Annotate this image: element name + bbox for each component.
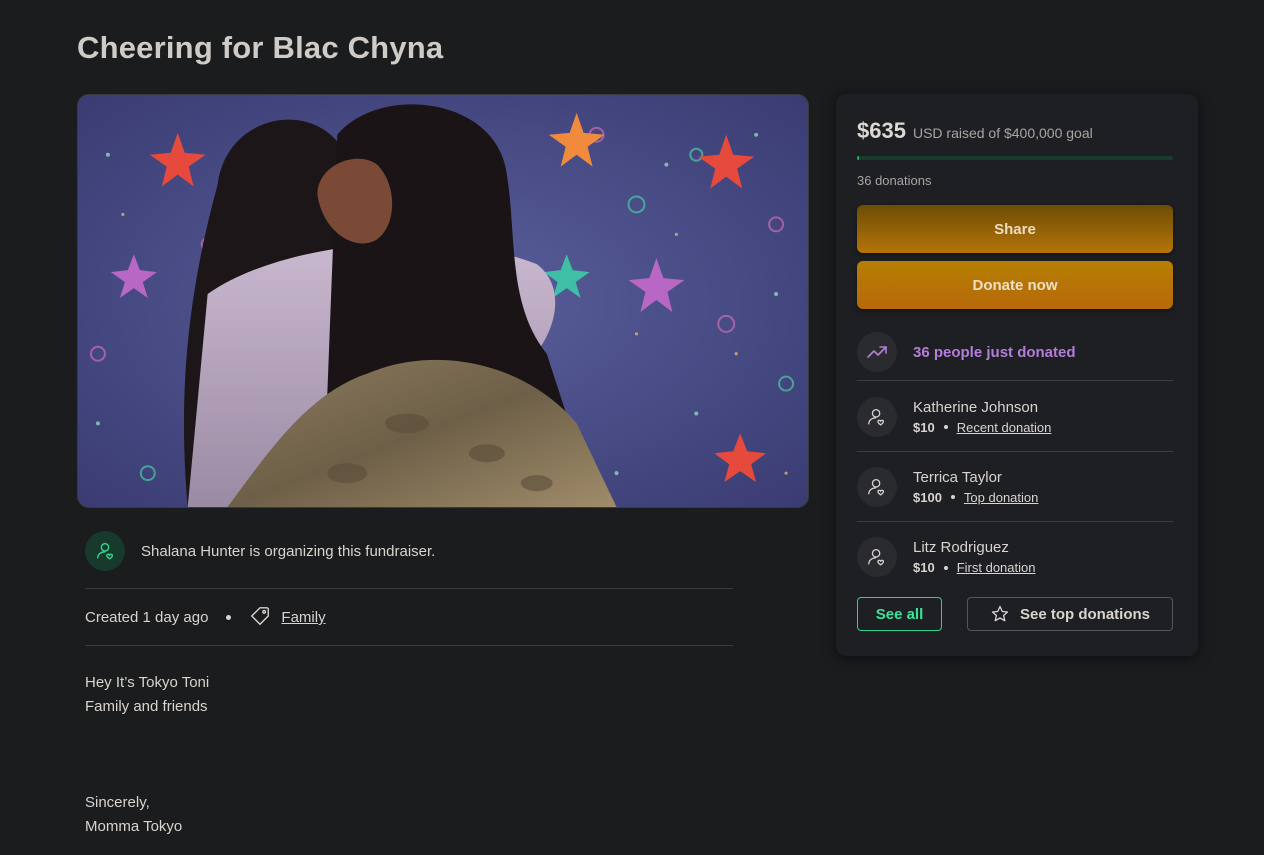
separator-dot bbox=[226, 615, 232, 620]
see-top-label: See top donations bbox=[1019, 605, 1150, 623]
star-icon bbox=[991, 605, 1009, 622]
trending-up-icon bbox=[857, 332, 897, 372]
donation-card: $635 USD raised of $400,000 goal 36 dona… bbox=[836, 94, 1198, 656]
donor-name: Litz Rodriguez bbox=[913, 539, 1009, 556]
story-line: Hey It’s Tokyo Toni bbox=[85, 674, 210, 691]
donor-tag-link[interactable]: Recent donation bbox=[957, 420, 1052, 435]
created-date: Created 1 day ago bbox=[85, 609, 209, 626]
organizer-row: Shalana Hunter is organizing this fundra… bbox=[85, 531, 733, 589]
progress-fill bbox=[857, 156, 859, 160]
share-button[interactable]: Share bbox=[857, 205, 1173, 253]
story-line: Momma Tokyo bbox=[85, 818, 183, 835]
trend-text: 36 people just donated bbox=[913, 343, 1076, 361]
donation-count: 36 donations bbox=[857, 173, 932, 188]
donor-item: Terrica Taylor $100 Top donation bbox=[857, 452, 1173, 522]
hero-image[interactable] bbox=[77, 94, 809, 508]
organizer-text: Shalana Hunter is organizing this fundra… bbox=[141, 542, 436, 560]
story-text: Hey It’s Tokyo Toni Family and friends S… bbox=[85, 671, 209, 839]
donor-item: Litz Rodriguez $10 First donation bbox=[857, 522, 1173, 592]
meta-row: Created 1 day ago Family bbox=[85, 590, 733, 646]
donor-name: Terrica Taylor bbox=[913, 468, 1002, 486]
donor-name: Katherine Johnson bbox=[913, 398, 1039, 416]
see-all-button[interactable]: See all bbox=[857, 597, 942, 631]
raised-amount: $635 bbox=[857, 118, 906, 143]
donor-item: Katherine Johnson $10 Recent donation bbox=[857, 382, 1173, 452]
donor-avatar-icon bbox=[857, 537, 897, 577]
page-title: Cheering for Blac Chyna bbox=[77, 30, 444, 65]
donor-avatar-icon bbox=[857, 466, 897, 507]
goal-text: USD raised of $400,000 goal bbox=[912, 125, 1093, 141]
donor-tag-link[interactable]: First donation bbox=[957, 560, 1036, 575]
raised-summary: $635 USD raised of $400,000 goal bbox=[857, 118, 1093, 144]
progress-bar bbox=[857, 156, 1173, 160]
donor-amount: $10 bbox=[913, 419, 935, 435]
donor-amount: $10 bbox=[913, 560, 935, 575]
donor-tag-link[interactable]: Top donation bbox=[964, 490, 1038, 505]
donor-amount: $100 bbox=[913, 489, 942, 505]
recent-activity-row: 36 people just donated bbox=[857, 324, 1173, 381]
story-line: Family and friends bbox=[85, 698, 208, 715]
category-link[interactable]: Family bbox=[281, 609, 325, 626]
see-top-donations-button[interactable]: See top donations bbox=[967, 597, 1173, 631]
donor-avatar-icon bbox=[857, 396, 897, 437]
hero-photo-illustration bbox=[78, 95, 808, 507]
donate-now-button[interactable]: Donate now bbox=[857, 261, 1173, 309]
tag-icon bbox=[249, 605, 271, 631]
person-heart-icon bbox=[85, 531, 125, 571]
story-line: Sincerely, bbox=[85, 794, 150, 811]
